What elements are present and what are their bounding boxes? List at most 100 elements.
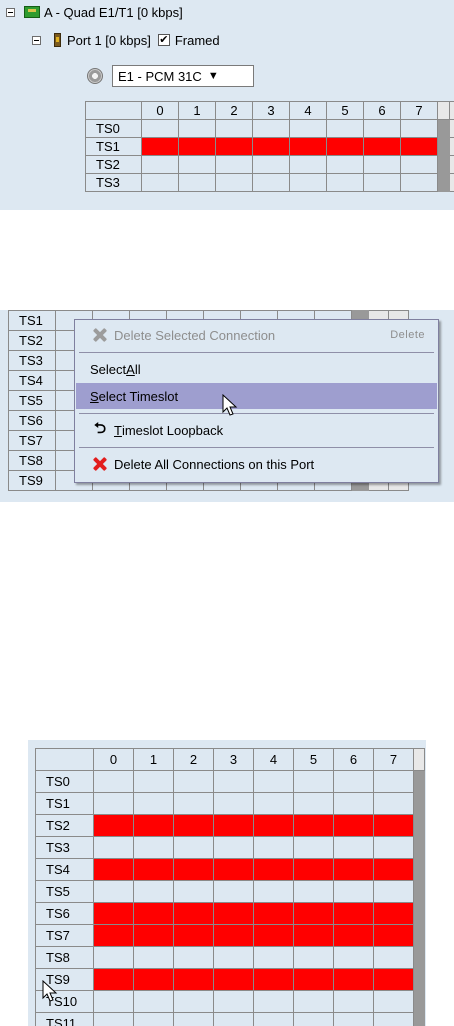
- timeslot-cell[interactable]: [93, 880, 134, 903]
- row-header[interactable]: TS3: [35, 836, 94, 859]
- timeslot-cell[interactable]: [93, 990, 134, 1013]
- timeslot-cell[interactable]: [141, 137, 179, 156]
- timeslot-cell[interactable]: [293, 990, 334, 1013]
- timeslot-cell[interactable]: [173, 924, 214, 947]
- timeslot-cell[interactable]: [326, 173, 364, 192]
- timeslot-cell[interactable]: [400, 155, 438, 174]
- menu-item-select-timeslot[interactable]: Select Timeslot: [76, 383, 437, 409]
- menu-item-timeslot-loopback[interactable]: ⮌ Timeslot Loopback: [76, 417, 437, 443]
- timeslot-cell[interactable]: [253, 946, 294, 969]
- column-header[interactable]: 6: [363, 101, 401, 120]
- timeslot-cell[interactable]: [293, 902, 334, 925]
- column-header[interactable]: 6: [333, 748, 374, 771]
- timeslot-cell[interactable]: [253, 990, 294, 1013]
- timeslot-cell[interactable]: [363, 119, 401, 138]
- timeslot-cell[interactable]: [333, 836, 374, 859]
- timeslot-cell[interactable]: [253, 792, 294, 815]
- timeslot-cell[interactable]: [173, 792, 214, 815]
- timeslot-cell[interactable]: [213, 1012, 254, 1026]
- collapse-toggle-icon[interactable]: [6, 7, 15, 17]
- timeslot-cell[interactable]: [178, 173, 216, 192]
- timeslot-cell[interactable]: [215, 119, 253, 138]
- row-header[interactable]: TS3: [85, 173, 142, 192]
- timeslot-cell[interactable]: [93, 836, 134, 859]
- timeslot-cell[interactable]: [215, 173, 253, 192]
- timeslot-cell[interactable]: [133, 902, 174, 925]
- timeslot-cell[interactable]: [253, 814, 294, 837]
- timeslot-cell[interactable]: [363, 155, 401, 174]
- row-header[interactable]: TS6: [8, 410, 56, 431]
- framing-select[interactable]: E1 - PCM 31C ▼: [112, 65, 254, 87]
- timeslot-cell[interactable]: [178, 137, 216, 156]
- timeslot-cell[interactable]: [93, 902, 134, 925]
- timeslot-cell[interactable]: [133, 946, 174, 969]
- timeslot-cell[interactable]: [178, 119, 216, 138]
- timeslot-cell[interactable]: [373, 924, 414, 947]
- timeslot-cell[interactable]: [173, 902, 214, 925]
- timeslot-cell[interactable]: [363, 173, 401, 192]
- timeslot-cell[interactable]: [213, 858, 254, 881]
- timeslot-cell[interactable]: [215, 137, 253, 156]
- timeslot-cell[interactable]: [173, 946, 214, 969]
- timeslot-cell[interactable]: [293, 924, 334, 947]
- timeslot-cell[interactable]: [289, 119, 327, 138]
- timeslot-cell[interactable]: [253, 924, 294, 947]
- timeslot-cell[interactable]: [133, 990, 174, 1013]
- timeslot-cell[interactable]: [373, 946, 414, 969]
- column-header[interactable]: 1: [178, 101, 216, 120]
- timeslot-cell[interactable]: [333, 902, 374, 925]
- timeslot-cell[interactable]: [93, 924, 134, 947]
- timeslot-cell[interactable]: [373, 968, 414, 991]
- column-header[interactable]: 3: [213, 748, 254, 771]
- timeslot-cell[interactable]: [215, 155, 253, 174]
- timeslot-cell[interactable]: [373, 814, 414, 837]
- timeslot-cell[interactable]: [213, 902, 254, 925]
- row-header[interactable]: TS1: [8, 310, 56, 331]
- row-header[interactable]: TS2: [8, 330, 56, 351]
- column-header[interactable]: 2: [173, 748, 214, 771]
- row-header[interactable]: TS7: [35, 924, 94, 947]
- timeslot-cell[interactable]: [293, 946, 334, 969]
- framed-checkbox[interactable]: ✔: [157, 34, 170, 46]
- menu-item-delete-all[interactable]: Delete All Connections on this Port: [76, 451, 437, 477]
- timeslot-cell[interactable]: [93, 968, 134, 991]
- column-header[interactable]: 5: [326, 101, 364, 120]
- tree-row-card[interactable]: A - Quad E1/T1 [0 kbps]: [6, 2, 183, 22]
- row-header[interactable]: TS6: [35, 902, 94, 925]
- timeslot-cell[interactable]: [326, 155, 364, 174]
- timeslot-cell[interactable]: [213, 946, 254, 969]
- timeslot-cell[interactable]: [213, 814, 254, 837]
- timeslot-cell[interactable]: [213, 792, 254, 815]
- timeslot-cell[interactable]: [173, 880, 214, 903]
- column-header[interactable]: 0: [93, 748, 134, 771]
- timeslot-cell[interactable]: [141, 119, 179, 138]
- timeslot-cell[interactable]: [173, 1012, 214, 1026]
- row-header[interactable]: TS4: [8, 370, 56, 391]
- row-header[interactable]: TS4: [35, 858, 94, 881]
- timeslot-cell[interactable]: [173, 770, 214, 793]
- row-header[interactable]: TS3: [8, 350, 56, 371]
- timeslot-cell[interactable]: [93, 858, 134, 881]
- timeslot-cell[interactable]: [293, 1012, 334, 1026]
- timeslot-cell[interactable]: [141, 173, 179, 192]
- timeslot-cell[interactable]: [333, 858, 374, 881]
- timeslot-cell[interactable]: [93, 1012, 134, 1026]
- timeslot-cell[interactable]: [363, 137, 401, 156]
- timeslot-cell[interactable]: [133, 880, 174, 903]
- timeslot-cell[interactable]: [373, 902, 414, 925]
- timeslot-cell[interactable]: [93, 814, 134, 837]
- timeslot-cell[interactable]: [133, 770, 174, 793]
- gear-icon[interactable]: [87, 68, 103, 84]
- column-header[interactable]: 0: [141, 101, 179, 120]
- menu-item-select-all[interactable]: Select All: [76, 356, 437, 382]
- timeslot-cell[interactable]: [133, 814, 174, 837]
- timeslot-cell[interactable]: [326, 137, 364, 156]
- timeslot-cell[interactable]: [293, 770, 334, 793]
- timeslot-cell[interactable]: [333, 990, 374, 1013]
- row-header[interactable]: TS0: [35, 770, 94, 793]
- timeslot-cell[interactable]: [253, 836, 294, 859]
- timeslot-cell[interactable]: [213, 880, 254, 903]
- column-header[interactable]: 5: [293, 748, 334, 771]
- row-header[interactable]: TS11: [35, 1012, 94, 1026]
- column-header[interactable]: 3: [252, 101, 290, 120]
